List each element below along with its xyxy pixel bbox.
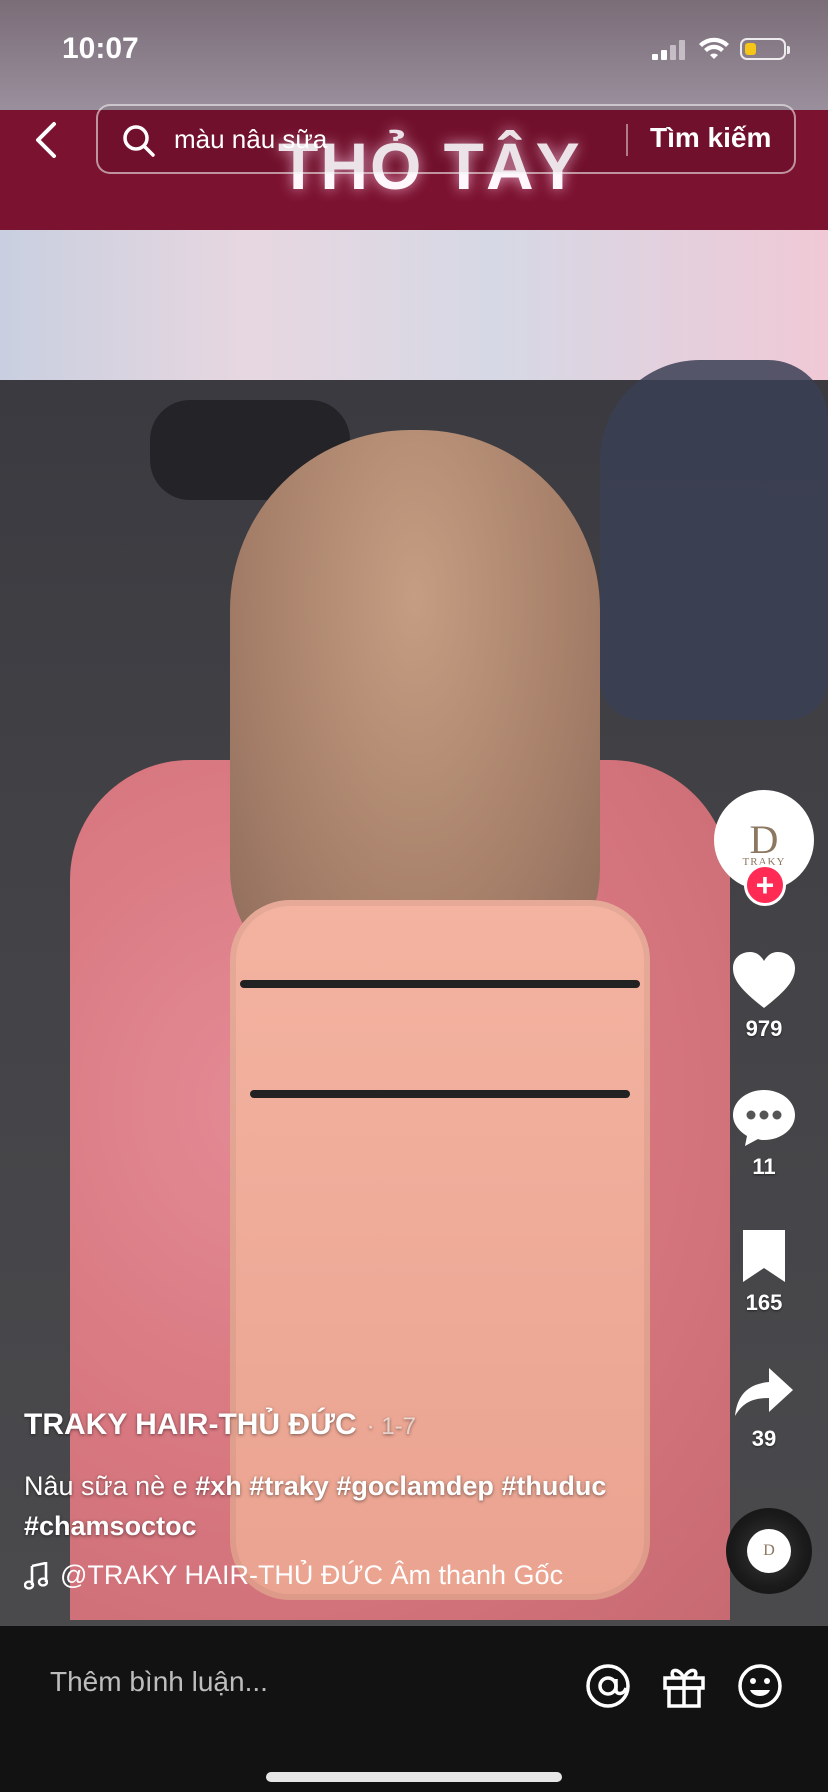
comment-count: 11 [752, 1154, 776, 1179]
music-disc[interactable]: D [726, 1508, 812, 1594]
traky-logo-icon: D [747, 1529, 791, 1573]
music-link[interactable]: @TRAKY HAIR-THỦ ĐỨC Âm thanh Gốc [24, 1560, 563, 1591]
caption-text: Nâu sữa nè e #xh #traky #goclamdep #thud… [24, 1466, 664, 1546]
heart-icon [733, 952, 795, 1008]
status-bar: 10:07 [0, 0, 828, 100]
home-indicator[interactable] [266, 1772, 562, 1782]
at-sign-icon[interactable] [584, 1662, 632, 1710]
hashtag[interactable]: #xh [195, 1471, 242, 1501]
search-divider [626, 124, 628, 156]
motorbike-rider [600, 360, 828, 720]
caption-body: Nâu sữa nè e [24, 1471, 188, 1501]
comment-bubble-icon [733, 1090, 795, 1146]
like-button[interactable]: 979 [700, 950, 828, 1042]
battery-icon [740, 38, 790, 60]
video-caption: TRAKY HAIR-THỦ ĐỨC · 1-7 Nâu sữa nè e #xh… [24, 1408, 664, 1546]
search-header: màu nâu sữa Tìm kiếm [0, 100, 828, 180]
share-arrow-icon [735, 1368, 793, 1416]
post-date: · 1-7 [366, 1413, 417, 1440]
share-count: 39 [751, 1426, 777, 1451]
bookmark-button[interactable]: 165 [700, 1228, 828, 1316]
magnifier-icon [123, 125, 155, 157]
search-query: màu nâu sữa [174, 124, 328, 154]
comment-button[interactable]: 11 [700, 1088, 828, 1180]
search-submit-button[interactable]: Tìm kiếm [650, 122, 771, 154]
store-front-window [0, 230, 828, 380]
cellular-signal-icon [652, 40, 685, 60]
hashtag[interactable]: #chamsoctoc [24, 1511, 197, 1541]
hashtag[interactable]: #thuduc [501, 1471, 606, 1501]
hashtag[interactable]: #traky [249, 1471, 329, 1501]
wifi-icon [699, 37, 729, 59]
bookmark-count: 165 [745, 1290, 783, 1315]
like-count: 979 [745, 1016, 783, 1041]
comment-input[interactable]: Thêm bình luận... [50, 1666, 268, 1698]
search-input[interactable]: màu nâu sữa Tìm kiếm [96, 104, 796, 174]
bookmark-icon [743, 1230, 785, 1282]
author-name[interactable]: TRAKY HAIR-THỦ ĐỨC [24, 1408, 357, 1441]
follow-button[interactable]: + [744, 864, 786, 906]
music-title: @TRAKY HAIR-THỦ ĐỨC Âm thanh Gốc [60, 1560, 564, 1590]
comment-bar: Thêm bình luận... [0, 1626, 828, 1792]
hashtag[interactable]: #goclamdep [336, 1471, 494, 1501]
chevron-left-icon[interactable] [28, 118, 68, 162]
plus-icon: + [755, 867, 775, 903]
gift-icon[interactable] [660, 1662, 708, 1710]
share-button[interactable]: 39 [700, 1366, 828, 1452]
status-time: 10:07 [62, 32, 139, 65]
music-note-icon [24, 1561, 48, 1590]
traky-logo-icon: D [749, 817, 779, 862]
smiley-icon[interactable] [736, 1662, 784, 1710]
